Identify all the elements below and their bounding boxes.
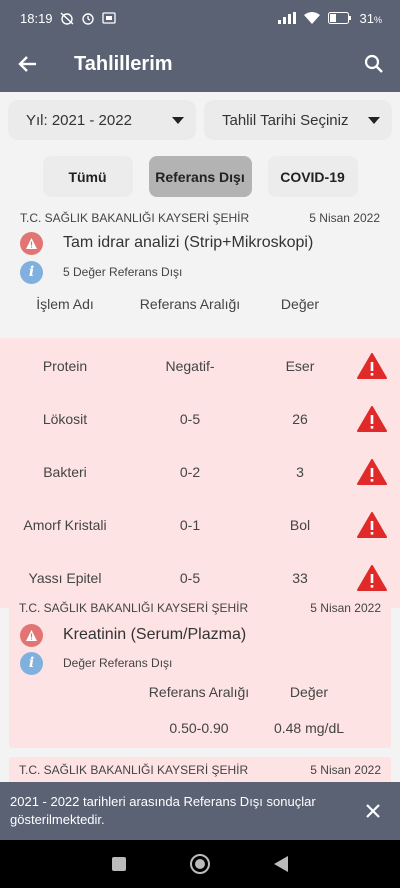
- table-row: Lökosit 0-5 26: [0, 392, 400, 445]
- status-bar: 18:19 31%: [0, 0, 400, 36]
- test-name: Kreatinin (Serum/Plazma): [63, 626, 247, 643]
- table-header: Referans Aralığı Değer: [9, 677, 391, 707]
- signal-icon: [277, 12, 296, 24]
- arrow-left-icon: [18, 56, 36, 72]
- result-card-creatinine[interactable]: T.C. SAĞLIK BAKANLIĞI KAYSERİ ŞEHİR 5 Ni…: [9, 595, 391, 748]
- test-name: Tam idrar analizi (Strip+Mikroskopi): [63, 234, 314, 251]
- card-header: T.C. SAĞLIK BAKANLIĞI KAYSERİ ŞEHİR 5 Ni…: [9, 595, 391, 621]
- row-value: 26: [292, 410, 308, 427]
- back-nav-button[interactable]: [273, 855, 289, 873]
- count-row: i 5 Değer Referans Dışı: [0, 258, 400, 286]
- table-header: İşlem Adı Referans Aralığı Değer: [0, 286, 400, 322]
- warning-icon: [20, 231, 43, 255]
- warning-triangle-icon: [350, 511, 394, 538]
- percent-sign: %: [373, 14, 382, 25]
- row-name: Yassı Epitel: [28, 569, 102, 586]
- snackbar-message: 2021 - 2022 tarihleri arasında Referans …: [10, 794, 316, 827]
- table-row: 0.50-0.90 0.48 mg/dL: [9, 707, 391, 749]
- out-of-range-count: Değer Referans Dışı: [63, 656, 173, 670]
- table-row: Amorf Kristali 0-1 Bol: [0, 498, 400, 551]
- battery-icon: [327, 12, 351, 24]
- battery-percent: 31%: [360, 11, 382, 26]
- row-name: Bakteri: [43, 463, 87, 480]
- col-header-value: Değer: [289, 684, 329, 700]
- result-date: 5 Nisan 2022: [310, 763, 381, 777]
- row-name: Lökosit: [42, 410, 88, 427]
- tab-out-of-reference[interactable]: Referans Dışı: [148, 156, 252, 197]
- row-value: Eser: [285, 357, 315, 374]
- search-button[interactable]: [348, 36, 400, 92]
- status-right: 31%: [277, 11, 382, 26]
- test-title-row: Tam idrar analizi (Strip+Mikroskopi): [0, 228, 400, 258]
- row-range: 0.50-0.90: [169, 720, 229, 736]
- close-button[interactable]: [358, 796, 388, 826]
- tab-bar: Tümü Referans Dışı COVID-19: [0, 156, 400, 197]
- row-range: Negatif-: [165, 357, 215, 374]
- clock: 18:19: [20, 10, 53, 26]
- page-title: Tahlillerim: [74, 52, 173, 75]
- warning-triangle-icon: [350, 458, 394, 485]
- system-nav-bar: [0, 840, 400, 888]
- alarm-icon: [81, 13, 94, 25]
- app-bar: Tahlillerim: [0, 36, 400, 92]
- hd-icon: [101, 12, 116, 24]
- home-button[interactable]: [189, 853, 211, 875]
- result-date: 5 Nisan 2022: [310, 601, 381, 615]
- back-button[interactable]: [0, 36, 56, 92]
- row-range: 0-5: [179, 410, 201, 427]
- card-header: T.C. SAĞLIK BAKANLIĞI KAYSERİ ŞEHİR 5 Ni…: [0, 208, 400, 228]
- snackbar: 2021 - 2022 tarihleri arasında Referans …: [0, 782, 400, 840]
- row-value: 3: [296, 463, 304, 480]
- recent-apps-button[interactable]: [111, 856, 127, 872]
- filter-bar: Yıl: 2021 - 2022 Tahlil Tarihi Seçiniz: [8, 100, 392, 140]
- institution-name: T.C. SAĞLIK BAKANLIĞI KAYSERİ ŞEHİR: [20, 211, 250, 225]
- exclamation-icon: [26, 629, 37, 641]
- row-value: 0.48 mg/dL: [273, 720, 345, 736]
- col-header-range: Referans Aralığı: [148, 684, 250, 700]
- warning-icon: [20, 623, 43, 647]
- caret-down-icon: [172, 116, 184, 124]
- result-card-urine[interactable]: T.C. SAĞLIK BAKANLIĞI KAYSERİ ŞEHİR 5 Ni…: [0, 208, 400, 608]
- card-header: T.C. SAĞLIK BAKANLIĞI KAYSERİ ŞEHİR 5 Ni…: [9, 757, 391, 783]
- row-name: Protein: [42, 357, 88, 374]
- wifi-icon: [303, 12, 320, 24]
- institution-name: T.C. SAĞLIK BAKANLIĞI KAYSERİ ŞEHİR: [19, 763, 249, 777]
- table-row: Bakteri 0-2 3: [0, 445, 400, 498]
- caret-down-icon: [368, 116, 380, 124]
- count-row: i Değer Referans Dışı: [9, 649, 391, 677]
- col-header-range: Referans Aralığı: [139, 296, 241, 312]
- info-icon: i: [20, 260, 43, 284]
- warning-triangle-icon: [350, 564, 394, 591]
- year-select-value: Yıl: 2021 - 2022: [26, 111, 132, 129]
- search-icon: [364, 54, 383, 73]
- exclamation-icon: [26, 237, 37, 249]
- institution-name: T.C. SAĞLIK BAKANLIĞI KAYSERİ ŞEHİR: [19, 601, 249, 615]
- row-range: 0-2: [179, 463, 201, 480]
- out-of-range-count: 5 Değer Referans Dışı: [63, 265, 183, 279]
- battery-value: 31: [359, 10, 374, 26]
- row-range: 0-1: [179, 516, 201, 533]
- close-icon: [366, 804, 380, 818]
- result-date: 5 Nisan 2022: [309, 211, 380, 225]
- warning-triangle-icon: [350, 405, 394, 432]
- tab-all[interactable]: Tümü: [42, 156, 133, 197]
- test-title-row: Kreatinin (Serum/Plazma): [9, 621, 391, 649]
- row-value: 33: [292, 569, 308, 586]
- row-value: Bol: [289, 516, 311, 533]
- info-icon: i: [20, 651, 43, 675]
- warning-triangle-icon: [350, 352, 394, 379]
- date-select-value: Tahlil Tarihi Seçiniz: [222, 111, 349, 129]
- row-name: Amorf Kristali: [23, 516, 107, 533]
- date-select[interactable]: Tahlil Tarihi Seçiniz: [204, 100, 392, 140]
- alarm-off-icon: [60, 12, 74, 25]
- table-row: Protein Negatif- Eser: [0, 339, 400, 392]
- status-left: 18:19: [20, 11, 116, 26]
- col-header-name: İşlem Adı: [36, 296, 94, 312]
- tab-covid[interactable]: COVID-19: [267, 156, 358, 197]
- col-header-value: Değer: [280, 296, 320, 312]
- row-range: 0-5: [179, 569, 201, 586]
- results-table: Protein Negatif- Eser Lökosit 0-5 26 Bak…: [0, 338, 400, 608]
- year-select[interactable]: Yıl: 2021 - 2022: [8, 100, 196, 140]
